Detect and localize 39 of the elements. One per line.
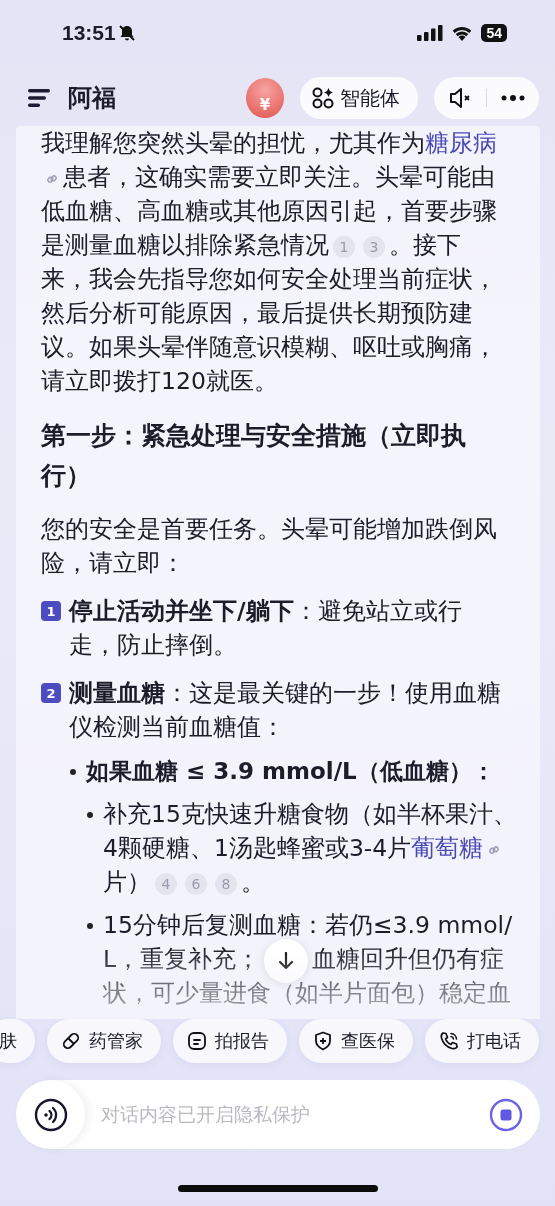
bullet-icon xyxy=(87,923,93,929)
pill-icon xyxy=(61,1031,81,1051)
signal-icon xyxy=(417,25,444,41)
more-icon[interactable] xyxy=(501,94,525,102)
shortcut-chip[interactable]: 肤 xyxy=(0,1019,35,1063)
shortcut-chip[interactable]: 拍报告 xyxy=(173,1019,287,1063)
shortcut-chip[interactable]: 药管家 xyxy=(47,1019,161,1063)
menu-icon[interactable] xyxy=(28,89,50,107)
voice-icon xyxy=(33,1097,68,1132)
shortcut-chip[interactable]: 查医保 xyxy=(299,1019,413,1063)
bullet-icon xyxy=(87,812,93,818)
wifi-icon xyxy=(451,25,474,41)
agent-button[interactable]: 智能体 xyxy=(300,77,418,119)
status-time: 13:51 xyxy=(62,21,116,45)
app-title: 阿福 xyxy=(68,83,116,114)
battery-icon: 54 xyxy=(481,24,507,42)
message-input[interactable]: 对话内容已开启隐私保护 xyxy=(99,1103,489,1126)
agents-icon xyxy=(312,87,334,109)
bullet-icon xyxy=(70,769,76,775)
shortcut-chip[interactable]: 打电话 xyxy=(425,1019,539,1063)
bullet-text: 15分钟后复测血糖：若仍≤3.9 mmol/L，重复补充； 血糖回升但仍有症状，可少量进食（如半片面包）稳定血 xyxy=(103,910,514,1009)
step-text: 停止活动并坐下/躺下：避免站立或行走，防止摔倒。 xyxy=(69,596,463,661)
phone-icon xyxy=(439,1031,459,1051)
term-link[interactable]: 葡萄糖 xyxy=(411,834,484,862)
document-icon xyxy=(187,1031,207,1051)
bullet-heading: 如果血糖 ≤ 3.9 mmol/L（低血糖）： xyxy=(86,757,495,786)
step-number-badge: 1 xyxy=(41,601,61,621)
step-number-badge: 2 xyxy=(41,683,61,703)
arrow-down-icon xyxy=(278,951,295,970)
speaker-muted-icon[interactable] xyxy=(448,87,472,109)
step-text: 测量血糖：这是最关键的一步！使用血糖仪检测当前血糖值： xyxy=(69,678,502,743)
section-heading: 第一步：紧急处理与安全措施（立即执行） xyxy=(41,420,467,492)
answer-paragraph: 我理解您突然头晕的担忧，尤其作为糖尿病 患者，这确实需要立即关注。头晕可能由低血糖、高血糖或其他原因引起，首要步骤是测量血糖以排除紧急情况 1 3 。接下来，我会先指导您如何安全处理当前症状，然后分析可能原因，最后提供长期预防建议。如果头晕伴随意识模糊、呕吐或胸痛，请立即拨打120就医。 xyxy=(41,128,498,397)
term-link[interactable]: 糖尿病 xyxy=(425,129,497,157)
shield-plus-icon xyxy=(313,1031,333,1051)
stop-icon[interactable] xyxy=(489,1097,523,1132)
bullet-text: 补充15克快速升糖食物（如半杯果汁、4颗硬糖、1汤匙蜂蜜或3-4片葡萄糖 片） 4 6 8 。 xyxy=(103,799,518,898)
bell-muted-icon xyxy=(117,24,136,42)
section-paragraph: 您的安全是首要任务。头晕可能增加跌倒风险，请立即： xyxy=(41,514,498,579)
